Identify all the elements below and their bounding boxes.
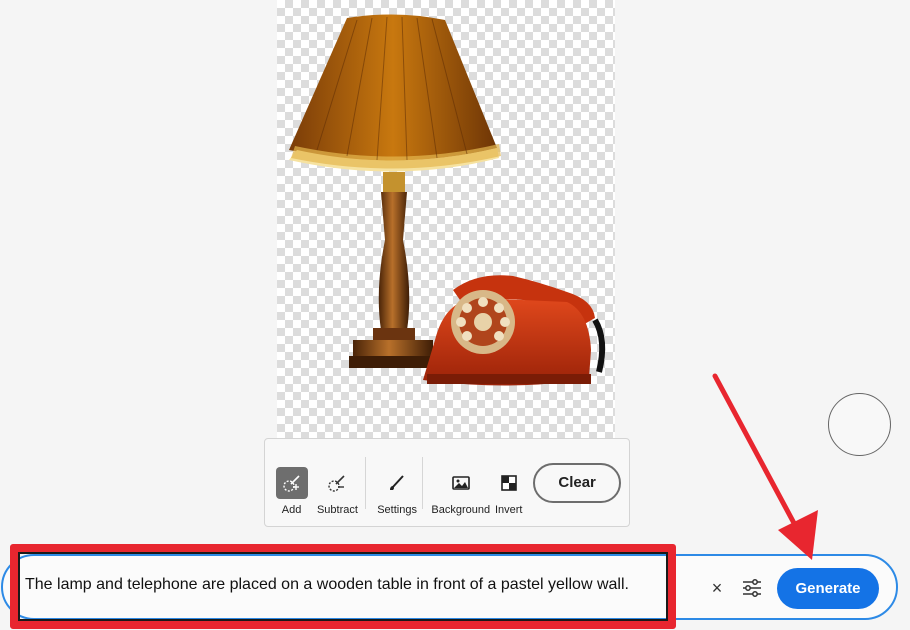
red-arrow-annotation: [712, 373, 818, 560]
brush-add-icon: [275, 466, 308, 499]
selection-toolbar: Add Subtract Settings Background Invert …: [264, 438, 630, 527]
tool-background[interactable]: Background: [431, 447, 490, 519]
tool-subtract-label: Subtract: [316, 503, 358, 516]
brush-settings-icon: [381, 467, 413, 499]
brush-subtract-icon: [321, 467, 353, 499]
tool-invert[interactable]: Invert: [492, 447, 525, 519]
prompt-input[interactable]: The lamp and telephone are placed on a w…: [25, 576, 629, 594]
clear-button[interactable]: Clear: [533, 462, 621, 503]
generate-button[interactable]: Generate: [777, 568, 879, 609]
image-background-icon: [445, 467, 477, 499]
tool-subtract[interactable]: Subtract: [312, 447, 363, 519]
tool-settings-label: Settings: [377, 503, 417, 516]
toolbar-divider: [422, 456, 424, 509]
tool-add[interactable]: Add: [275, 447, 308, 519]
clear-prompt-icon[interactable]: ×: [706, 576, 728, 600]
sliders-icon[interactable]: [740, 576, 764, 600]
invert-icon: [493, 467, 525, 499]
image-canvas[interactable]: [277, 0, 615, 438]
tool-background-label: Background: [431, 503, 491, 516]
tool-add-label: Add: [281, 503, 302, 516]
toolbar-divider: [364, 456, 366, 509]
tool-settings[interactable]: Settings: [374, 447, 421, 519]
tool-invert-label: Invert: [494, 503, 523, 516]
lamp-telephone-image: [289, 14, 606, 386]
